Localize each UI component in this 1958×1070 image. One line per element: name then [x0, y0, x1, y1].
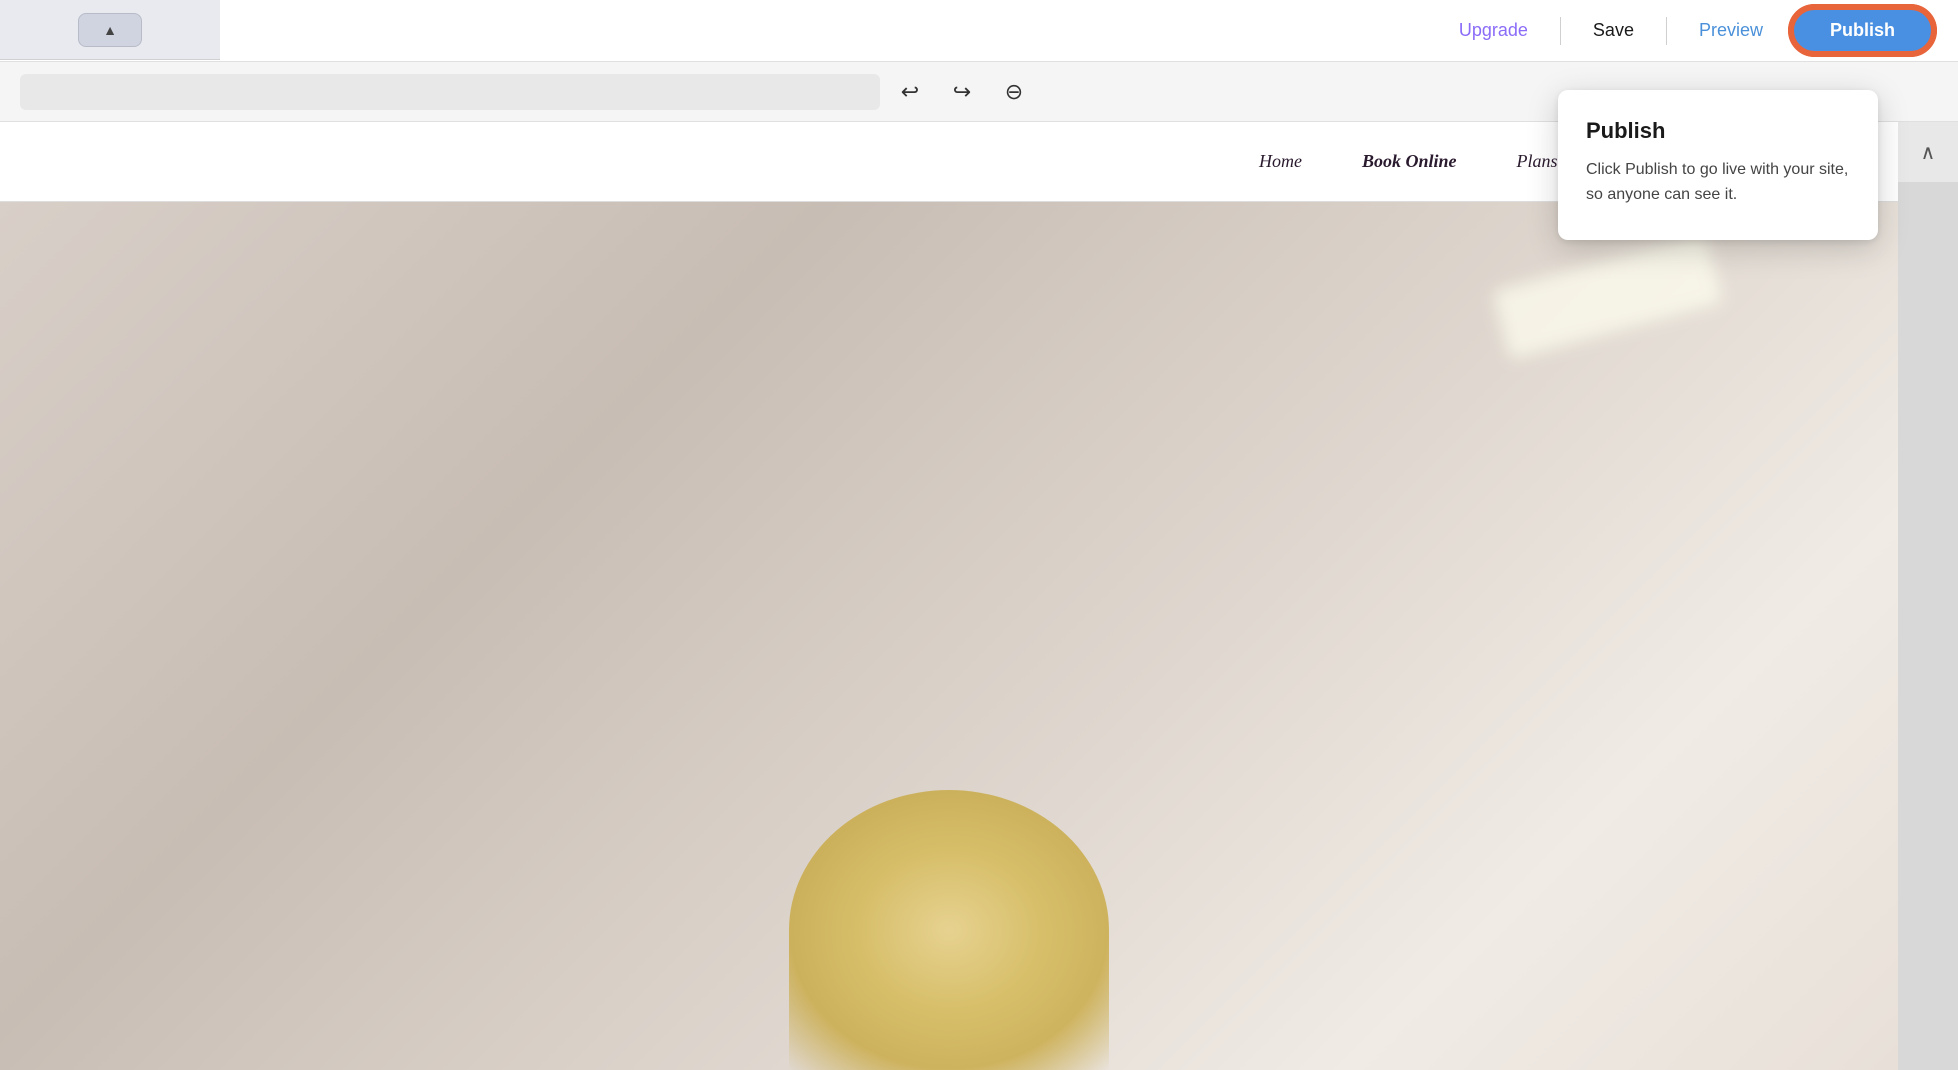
scroll-up-button[interactable]: ∧ [1898, 122, 1958, 182]
redo-icon: ↪ [953, 79, 971, 105]
undo-icon: ↩ [901, 79, 919, 105]
right-scrollbar: ∧ [1898, 122, 1958, 1070]
main-toolbar: Upgrade Save Preview Publish [0, 0, 1958, 62]
chevron-up-icon: ∧ [1921, 140, 1936, 165]
redo-button[interactable]: ↪ [940, 70, 984, 114]
save-button[interactable]: Save [1565, 20, 1662, 41]
hero-image [0, 202, 1898, 1070]
toolbar-divider-2 [1666, 17, 1667, 45]
panel-collapse-button[interactable]: ▲ [78, 13, 142, 47]
upgrade-link[interactable]: Upgrade [1431, 20, 1556, 41]
toolbar-divider-1 [1560, 17, 1561, 45]
canvas-area: Home Book Online Plans & Pricing Contact… [0, 122, 1958, 1070]
publish-tooltip: Publish Click Publish to go live with yo… [1558, 90, 1878, 240]
panel-collapse-area: ▲ [0, 0, 220, 60]
zoom-out-icon: ⊖ [1005, 79, 1023, 105]
preview-button[interactable]: Preview [1671, 20, 1791, 41]
tooltip-body: Click Publish to go live with your site,… [1586, 158, 1850, 208]
nav-book-online[interactable]: Book Online [1362, 151, 1457, 172]
text-input-bar[interactable] [20, 74, 880, 110]
tooltip-title: Publish [1586, 118, 1850, 144]
undo-button[interactable]: ↩ [888, 70, 932, 114]
publish-button[interactable]: Publish [1791, 7, 1934, 54]
zoom-out-button[interactable]: ⊖ [992, 70, 1036, 114]
site-preview: Home Book Online Plans & Pricing Contact… [0, 122, 1898, 1070]
nav-home[interactable]: Home [1259, 151, 1302, 172]
chevron-up-icon: ▲ [103, 22, 117, 38]
